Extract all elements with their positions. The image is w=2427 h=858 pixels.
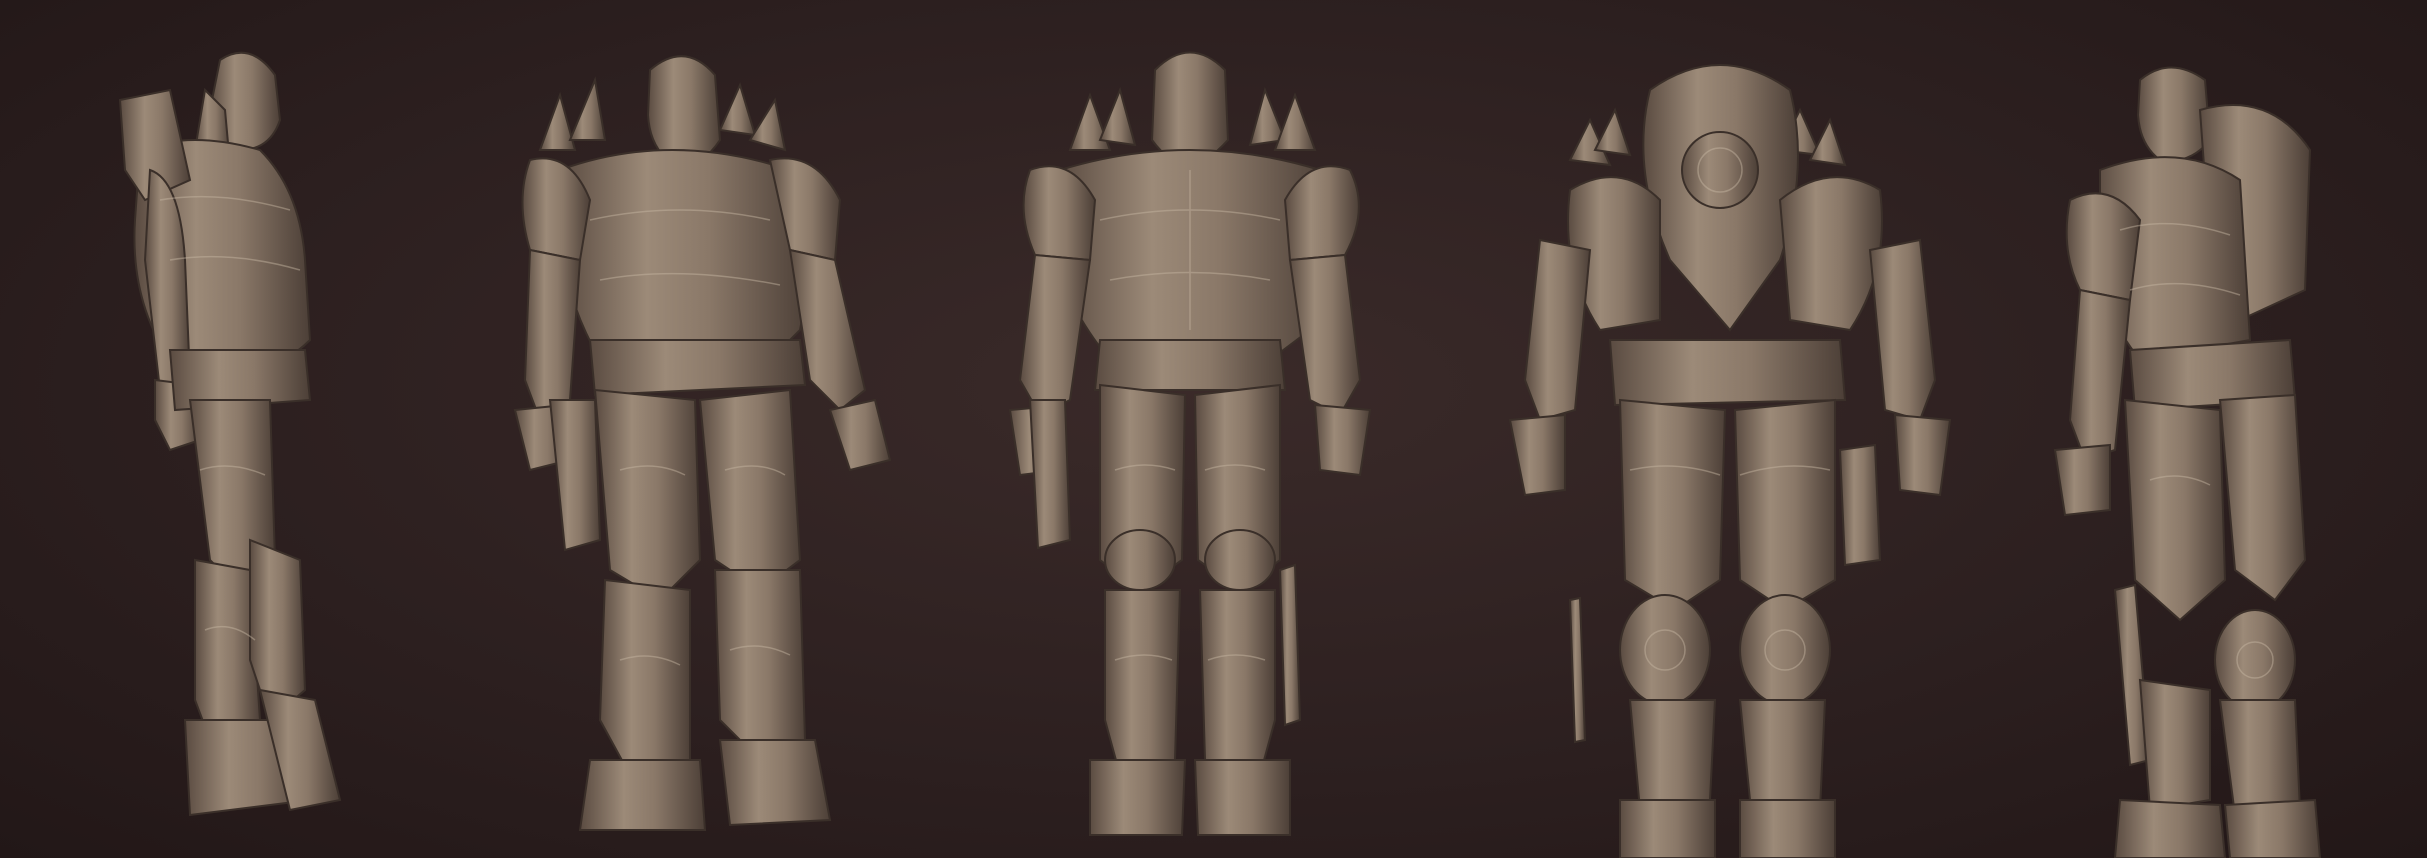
armored-figure-three-quarter-back xyxy=(2053,66,2322,858)
figure-side-left-view xyxy=(100,0,400,858)
figure-front-view xyxy=(950,0,1430,858)
armored-figure-back xyxy=(1508,64,1952,858)
figure-three-quarter-front-view xyxy=(470,0,930,858)
figure-back-view xyxy=(1480,0,1980,858)
armored-figure-front xyxy=(1008,51,1372,836)
armored-figure-side xyxy=(118,51,342,817)
render-canvas xyxy=(0,0,2427,858)
figure-three-quarter-back-view xyxy=(2040,0,2360,858)
armored-figure-three-quarter xyxy=(513,55,892,831)
